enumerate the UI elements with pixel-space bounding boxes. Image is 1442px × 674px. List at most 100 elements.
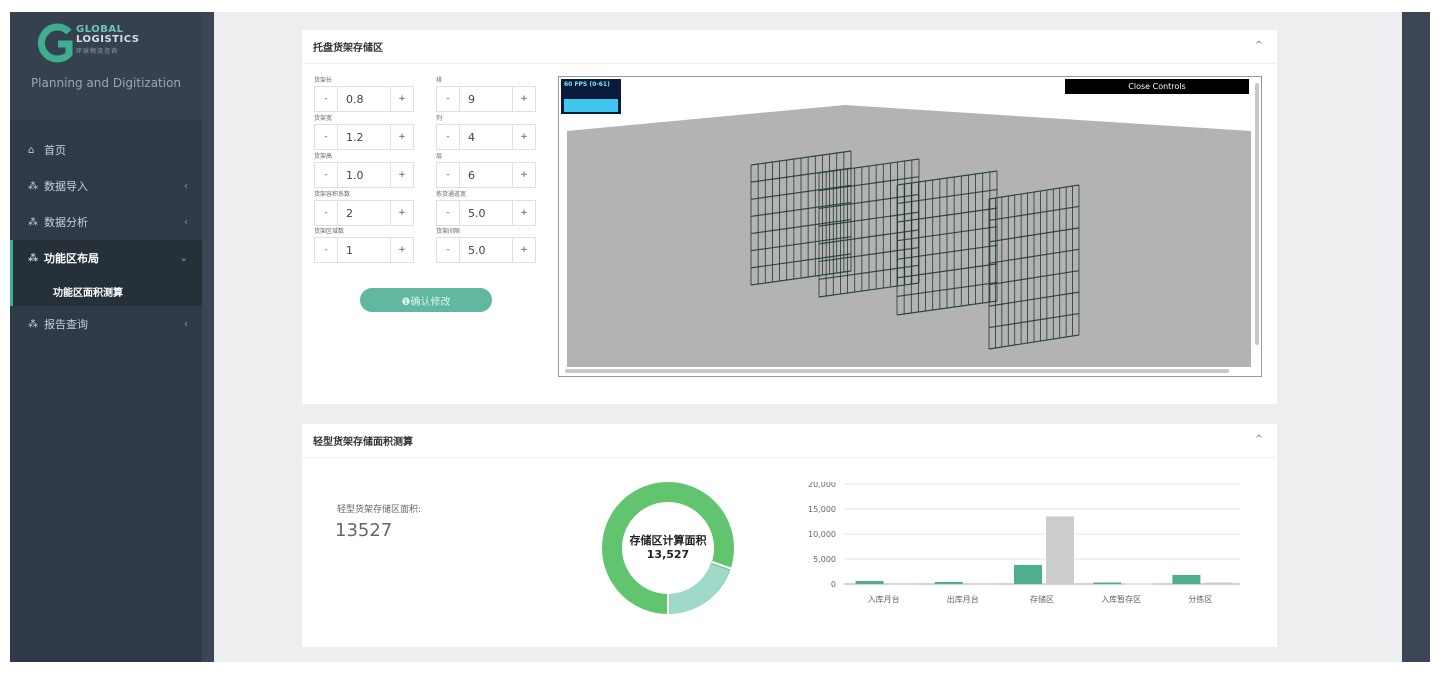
sidebar-group-layout: ⁂ 功能区布局 ⌄ 功能区面积测算 [10, 240, 202, 306]
number-stepper: -9 + [436, 86, 536, 112]
sidebar-item-layout[interactable]: ⁂ 功能区布局 ⌄ [13, 240, 202, 276]
bar-series2[interactable] [966, 583, 995, 585]
rack-param-field: 货架容积系数 -2 + [314, 190, 414, 226]
panel-title: 轻型货架存储面积测算 [313, 437, 413, 448]
x-tick-label: 入库暂存区 [1101, 594, 1141, 604]
warehouse-3d-scene[interactable] [559, 77, 1262, 377]
bar-series2[interactable] [887, 583, 916, 585]
stepper-value-input[interactable]: 1.2 [338, 124, 390, 150]
fps-monitor[interactable]: 60 FPS (0-61) [561, 79, 621, 114]
stepper-value-input[interactable]: 5.0 [460, 200, 512, 226]
sidebar-item-data-import[interactable]: ⁂ 数据导入 ‹ [10, 168, 202, 204]
increment-button[interactable]: + [512, 162, 536, 188]
rack-param-field: 货架宽 -1.2 + [314, 114, 414, 150]
bar-series1[interactable] [855, 581, 884, 584]
bar-series2[interactable] [1204, 582, 1233, 585]
sitemap-icon: ⁂ [28, 252, 39, 264]
rack-param-field: 列 -4 + [436, 114, 536, 150]
increment-button[interactable]: + [390, 237, 414, 263]
decrement-button[interactable]: - [436, 162, 460, 188]
stepper-value-input[interactable]: 1 [338, 237, 390, 263]
field-label: 货架间隙 [436, 228, 461, 235]
x-tick-label: 出库月台 [947, 594, 979, 604]
field-label: 排 [436, 77, 443, 84]
rack-param-field: 排 -9 + [436, 76, 536, 112]
stepper-value-input[interactable]: 2 [338, 200, 390, 226]
decrement-button[interactable]: - [314, 200, 338, 226]
stepper-value-input[interactable]: 6 [460, 162, 512, 188]
sidebar-subitem-area-calc[interactable]: 功能区面积测算 [13, 276, 202, 306]
field-label: 列 [436, 115, 443, 122]
increment-button[interactable]: + [390, 200, 414, 226]
sidebar-item-report[interactable]: ⁂ 报告查询 ‹ [10, 306, 202, 342]
bar-series2[interactable] [1125, 583, 1154, 585]
bar-series1[interactable] [1093, 582, 1122, 585]
bar-series1[interactable] [1172, 575, 1201, 584]
field-label: 层 [436, 153, 443, 160]
3d-viewport[interactable]: 60 FPS (0-61) Close Controls [558, 76, 1262, 377]
vertical-scrollbar[interactable] [1255, 83, 1259, 345]
stepper-value-input[interactable]: 1.0 [338, 162, 390, 188]
stepper-value-input[interactable]: 4 [460, 124, 512, 150]
increment-button[interactable]: + [512, 200, 536, 226]
bar-series2[interactable] [1046, 516, 1074, 584]
confirm-change-button[interactable]: ❶确认修改 [360, 288, 492, 312]
panel-header: 轻型货架存储面积测算 ^ [302, 424, 1277, 458]
y-tick-label: 5,000 [813, 555, 836, 564]
sidebar-nav: ⌂ 首页 ⁂ 数据导入 ‹ ⁂ 数据分析 ‹ ⁂ 功能区布局 ⌄ 功能区面积测算… [10, 120, 202, 342]
number-stepper: -4 + [436, 124, 536, 150]
chevron-left-icon: ‹ [184, 216, 188, 228]
donut-value: 13,527 [646, 548, 690, 561]
sidebar-item-home[interactable]: ⌂ 首页 [10, 132, 202, 168]
number-stepper: -6 + [436, 162, 536, 188]
bar-series1[interactable] [1014, 565, 1042, 584]
number-stepper: -2 + [314, 200, 414, 226]
field-label: 拣货通道宽 [436, 191, 467, 198]
stepper-value-input[interactable]: 5.0 [460, 237, 512, 263]
sidebar-item-data-analysis[interactable]: ⁂ 数据分析 ‹ [10, 204, 202, 240]
decrement-button[interactable]: - [314, 124, 338, 150]
area-value: 13527 [335, 520, 393, 541]
logo-text-logistics: LOGISTICS [76, 34, 140, 45]
decrement-button[interactable]: - [314, 86, 338, 112]
increment-button[interactable]: + [512, 124, 536, 150]
decrement-button[interactable]: - [314, 162, 338, 188]
decrement-button[interactable]: - [436, 86, 460, 112]
y-tick-label: 10,000 [808, 530, 836, 539]
panel-header: 托盘货架存储区 ^ [302, 30, 1277, 64]
field-label: 货架高 [314, 153, 333, 160]
stepper-value-input[interactable]: 0.8 [338, 86, 390, 112]
decrement-button[interactable]: - [436, 200, 460, 226]
increment-button[interactable]: + [512, 86, 536, 112]
sitemap-icon: ⁂ [28, 180, 38, 192]
decrement-button[interactable]: - [436, 237, 460, 263]
increment-button[interactable]: + [512, 237, 536, 263]
increment-button[interactable]: + [390, 86, 414, 112]
sitemap-icon: ⁂ [28, 318, 38, 330]
y-tick-label: 20,000 [808, 482, 836, 489]
horizontal-scrollbar[interactable] [565, 369, 1229, 373]
decrement-button[interactable]: - [314, 237, 338, 263]
close-controls-button[interactable]: Close Controls [1065, 79, 1249, 94]
sitemap-icon: ⁂ [28, 216, 38, 228]
number-stepper: -5.0 + [436, 237, 536, 263]
bar-series1[interactable] [934, 582, 963, 584]
light-rack-panel: 轻型货架存储面积测算 ^ 轻型货架存储区面积: 13527 存储区计算面积 13… [302, 424, 1277, 647]
main-content: 托盘货架存储区 ^ 货架长 -0.8 + 货架宽 -1.2 + 货架高 -1.0 + 货架容积系数… [214, 12, 1402, 662]
sidebar-item-label: 功能区布局 [44, 252, 99, 265]
brand-area: GLOBAL LOGISTICS 环球物流咨询 Planning and Dig… [10, 12, 202, 120]
increment-button[interactable]: + [390, 124, 414, 150]
sidebar-item-label: 报告查询 [44, 318, 88, 331]
increment-button[interactable]: + [390, 162, 414, 188]
rack-param-field: 层 -6 + [436, 152, 536, 188]
x-tick-label: 分拣区 [1188, 594, 1212, 604]
collapse-icon[interactable]: ^ [1255, 434, 1263, 445]
stepper-value-input[interactable]: 9 [460, 86, 512, 112]
number-stepper: -1.0 + [314, 162, 414, 188]
panel-title: 托盘货架存储区 [313, 43, 383, 54]
collapse-icon[interactable]: ^ [1255, 40, 1263, 51]
decrement-button[interactable]: - [436, 124, 460, 150]
x-tick-label: 入库月台 [868, 594, 900, 604]
rack-param-field: 货架长 -0.8 + [314, 76, 414, 112]
y-tick-label: 15,000 [808, 505, 836, 514]
